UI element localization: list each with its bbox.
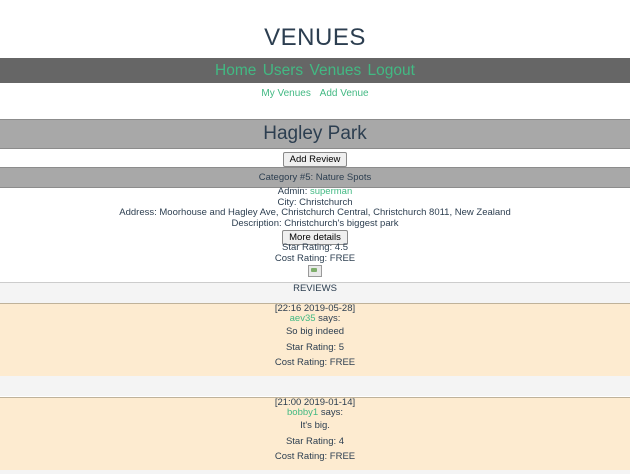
- review-author-row: bobby1 says:: [0, 408, 630, 418]
- add-review-button[interactable]: Add Review: [282, 152, 348, 167]
- venue-header: Hagley Park: [0, 119, 630, 149]
- venue-description: Description: Christchurch's biggest park: [231, 217, 399, 229]
- review-text: So big indeed: [285, 326, 345, 337]
- venue-address: Address: Moorhouse and Hagley Ave, Chris…: [119, 207, 511, 218]
- broken-image-icon: [308, 265, 322, 277]
- add-review-row: Add Review: [0, 149, 630, 167]
- venue-cost-rating: Cost Rating: FREE: [274, 252, 356, 264]
- add-venue-link[interactable]: Add Venue: [320, 88, 369, 99]
- review-star-rating: Star Rating: 4: [285, 435, 345, 447]
- venues-subnav: My Venues Add Venue: [0, 88, 630, 100]
- review-cost-rating: Cost Rating: FREE: [274, 451, 356, 462]
- venue-details: Admin: superman City: Christchurch Addre…: [0, 186, 630, 277]
- says-label: says:: [320, 407, 343, 418]
- review-text: It's big.: [300, 420, 330, 431]
- venue-category: Category #5: Nature Spots: [0, 167, 630, 188]
- nav-users-link[interactable]: Users: [263, 62, 303, 79]
- review-author-link[interactable]: bobby1: [287, 407, 318, 418]
- review-star-rating: Star Rating: 5: [285, 341, 345, 353]
- says-label: says:: [318, 313, 341, 324]
- page-footer-strip: [0, 470, 630, 474]
- venue-star-rating: Star Rating: 4.5: [281, 242, 348, 253]
- more-details-row: More details: [0, 229, 630, 245]
- admin-user-link[interactable]: superman: [310, 186, 352, 197]
- review-cost-rating: Cost Rating: FREE: [274, 357, 356, 368]
- page-header: VENUES: [0, 0, 630, 58]
- review-card: [22:16 2019-05-28] aev35 says: So big in…: [0, 303, 630, 377]
- nav-home-link[interactable]: Home: [215, 62, 256, 79]
- nav-venues-link[interactable]: Venues: [310, 62, 362, 79]
- main-nav: Home Users Venues Logout: [0, 58, 630, 83]
- my-venues-link[interactable]: My Venues: [261, 88, 310, 99]
- review-author-link[interactable]: aev35: [290, 313, 316, 324]
- review-author-row: aev35 says:: [0, 314, 630, 324]
- page-title: VENUES: [264, 24, 366, 51]
- review-card: [21:00 2019-01-14] bobby1 says: It's big…: [0, 397, 630, 471]
- reviews-heading: REVIEWS: [0, 283, 630, 304]
- nav-logout-link[interactable]: Logout: [368, 62, 415, 79]
- venue-photo-row: [0, 264, 630, 277]
- venue-name: Hagley Park: [263, 123, 367, 144]
- venue-admin-row: Admin: superman: [0, 186, 630, 198]
- review-separator: [0, 376, 630, 396]
- admin-label: Admin:: [277, 186, 308, 197]
